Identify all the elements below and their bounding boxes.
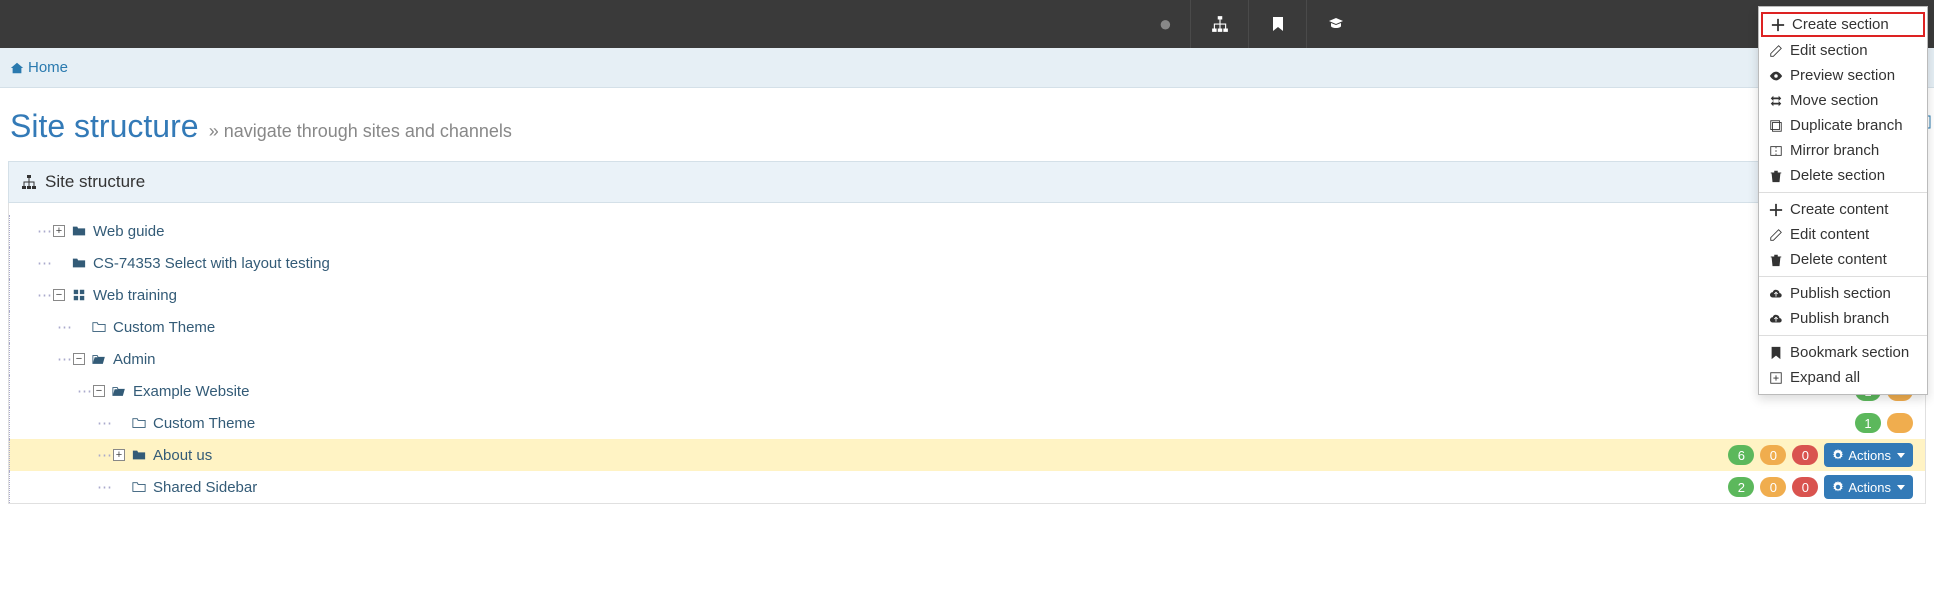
tree-connector: ⋯	[37, 222, 51, 240]
toggle-minus-icon[interactable]: −	[93, 385, 105, 397]
breadcrumb: Home	[0, 48, 1934, 88]
folder-icon	[71, 224, 87, 238]
badge-group: 200Actions	[1728, 475, 1913, 499]
menu-item-mirror-branch[interactable]: Mirror branch	[1759, 138, 1927, 163]
tree-connector: ⋯	[37, 254, 51, 272]
tree-node-label[interactable]: Admin	[113, 351, 156, 368]
badge-red: 0	[1792, 477, 1818, 497]
badge-orange: 0	[1760, 445, 1786, 465]
menu-item-duplicate-branch[interactable]: Duplicate branch	[1759, 113, 1927, 138]
badge-green: 1	[1855, 413, 1881, 433]
tree-node-label[interactable]: Shared Sidebar	[153, 479, 257, 496]
tree-connector: ⋯	[37, 286, 51, 304]
badge-orange: 0	[1760, 477, 1786, 497]
badge-green: 6	[1728, 445, 1754, 465]
menu-item-expand-all[interactable]: Expand all	[1759, 365, 1927, 390]
folder-outline-icon	[131, 480, 147, 494]
tree-row[interactable]: ⋯Shared Sidebar200Actions	[9, 471, 1925, 503]
tree-row[interactable]: ⋯+Web guide3	[9, 215, 1925, 247]
tree-row[interactable]: ⋯+About us600Actions	[9, 439, 1925, 471]
toggle-spacer	[53, 257, 65, 269]
tree-connector: ⋯	[77, 382, 91, 400]
toggle-spacer	[113, 417, 125, 429]
tree-connector: ⋯	[57, 350, 71, 368]
folder-outline-icon	[131, 416, 147, 430]
toggle-plus-icon[interactable]: +	[53, 225, 65, 237]
folder-open-icon	[91, 352, 107, 366]
menu-item-create-section[interactable]: Create section	[1761, 12, 1925, 37]
panel-header: Site structure	[8, 161, 1926, 203]
panel-title: Site structure	[45, 172, 145, 192]
menu-item-move-section[interactable]: Move section	[1759, 88, 1927, 113]
badge-orange	[1887, 413, 1913, 433]
badge-group: 600Actions	[1728, 443, 1913, 467]
badge-group: 1	[1855, 413, 1913, 433]
menu-item-edit-content[interactable]: Edit content	[1759, 222, 1927, 247]
badge-green: 2	[1728, 477, 1754, 497]
folder-icon	[71, 256, 87, 270]
badge-red: 0	[1792, 445, 1818, 465]
tree-row[interactable]: ⋯−Example Website1	[9, 375, 1925, 407]
top-bar: ●	[0, 0, 1934, 48]
actions-button[interactable]: Actions	[1824, 475, 1913, 499]
menu-item-bookmark-section[interactable]: Bookmark section	[1759, 340, 1927, 365]
notification-dot: ●	[1141, 11, 1190, 37]
toggle-spacer	[73, 321, 85, 333]
toggle-minus-icon[interactable]: −	[53, 289, 65, 301]
page-title: Site structure » navigate through sites …	[0, 88, 1934, 161]
tree-connector: ⋯	[57, 318, 71, 336]
menu-item-publish-branch[interactable]: Publish branch	[1759, 306, 1927, 331]
breadcrumb-home[interactable]: Home	[28, 59, 68, 76]
toggle-spacer	[113, 481, 125, 493]
folder-open-icon	[111, 384, 127, 398]
home-icon	[10, 61, 24, 75]
tree-row[interactable]: ⋯−Admin0	[9, 343, 1925, 375]
menu-item-create-content[interactable]: Create content	[1759, 197, 1927, 222]
sitemap-icon	[21, 174, 37, 190]
menu-item-edit-section[interactable]: Edit section	[1759, 38, 1927, 63]
menu-item-preview-section[interactable]: Preview section	[1759, 63, 1927, 88]
actions-button[interactable]: Actions	[1824, 443, 1913, 467]
tree-node-label[interactable]: About us	[153, 447, 212, 464]
graduation-icon[interactable]	[1306, 0, 1364, 48]
toggle-plus-icon[interactable]: +	[113, 449, 125, 461]
folder-outline-icon	[91, 320, 107, 334]
page-title-sub: » navigate through sites and channels	[209, 121, 512, 141]
sitemap-icon[interactable]	[1190, 0, 1248, 48]
tree-node-label[interactable]: Custom Theme	[153, 415, 255, 432]
tree-node-label[interactable]: CS-74353 Select with layout testing	[93, 255, 330, 272]
tree-connector: ⋯	[97, 446, 111, 464]
tree-node-label[interactable]: Example Website	[133, 383, 249, 400]
tree-connector: ⋯	[97, 478, 111, 496]
tree-row[interactable]: ⋯ Custom Theme 1	[9, 407, 1925, 439]
menu-item-delete-section[interactable]: Delete section	[1759, 163, 1927, 188]
tree-row[interactable]: ⋯−Web training3	[9, 279, 1925, 311]
tree-row[interactable]: ⋯Custom Theme0	[9, 311, 1925, 343]
menu-item-delete-content[interactable]: Delete content	[1759, 247, 1927, 272]
tree-node-label[interactable]: Web guide	[93, 223, 164, 240]
page-title-main: Site structure	[10, 108, 199, 144]
context-menu: 1 Create sectionEdit sectionPreview sect…	[1758, 6, 1928, 395]
tree-panel: ⋯+Web guide3⋯CS-74353 Select with layout…	[8, 203, 1926, 504]
bookmark-icon[interactable]	[1248, 0, 1306, 48]
grid-icon	[71, 288, 87, 302]
menu-item-publish-section[interactable]: Publish section	[1759, 281, 1927, 306]
toggle-minus-icon[interactable]: −	[73, 353, 85, 365]
tree-row[interactable]: ⋯CS-74353 Select with layout testing1	[9, 247, 1925, 279]
tree-connector: ⋯	[97, 414, 111, 432]
folder-icon	[131, 448, 147, 462]
tree-node-label[interactable]: Custom Theme	[113, 319, 215, 336]
tree-node-label[interactable]: Web training	[93, 287, 177, 304]
